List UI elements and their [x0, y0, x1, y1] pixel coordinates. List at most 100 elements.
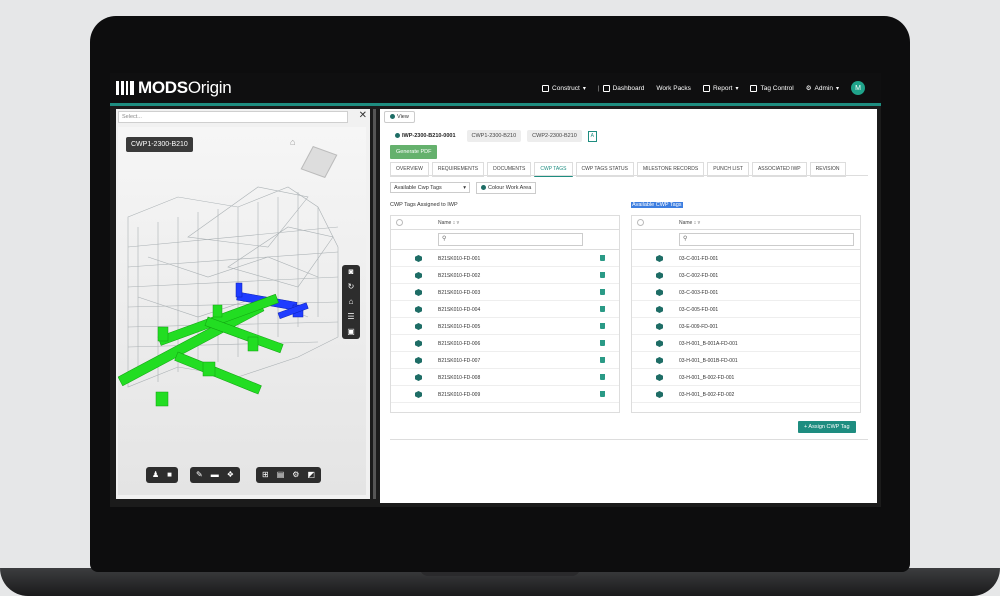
tag-name: 03-E-009-FD-001 — [679, 324, 718, 330]
nav-tag-control[interactable]: Tag Control — [750, 84, 794, 92]
camera-icon[interactable]: ◙ — [349, 268, 354, 276]
logo[interactable]: MODSOrigin — [116, 78, 232, 98]
nav-admin[interactable]: ⚙ Admin ▾ — [806, 84, 839, 93]
trash-icon[interactable] — [600, 323, 605, 329]
folder-icon[interactable]: ▬ — [211, 471, 219, 479]
table-row[interactable]: B21SK010-FD-005 — [391, 318, 619, 335]
download-icon[interactable]: ▤ — [277, 471, 285, 479]
person-icon[interactable]: ♟ — [152, 471, 159, 479]
tag-name: 03-C-002-FD-001 — [679, 273, 719, 279]
tag-filter-value: Available Cwp Tags — [394, 185, 442, 191]
table-row[interactable]: 03-H-001_B-002-FD-002 — [632, 386, 860, 403]
table-row[interactable]: B21SK010-FD-001 — [391, 250, 619, 267]
trash-icon[interactable] — [600, 340, 605, 346]
generate-pdf-button[interactable]: Generate PDF — [390, 145, 438, 159]
nav-construct[interactable]: Construct ▾ — [542, 84, 586, 92]
table-row[interactable]: B21SK010-FD-007 — [391, 352, 619, 369]
fullscreen-icon[interactable]: ◩ — [307, 471, 315, 479]
tag-icon — [656, 272, 663, 279]
select-input[interactable]: Select... — [118, 111, 348, 123]
tag-name: 03-H-001_B-002-FD-002 — [679, 392, 735, 398]
tag-name: B21SK010-FD-005 — [438, 324, 481, 330]
structure-icon[interactable]: ⊞ — [262, 471, 269, 479]
tag-icon — [415, 357, 422, 364]
breadcrumb-cwp2[interactable]: CWP2-2300-B210 — [527, 130, 582, 142]
trash-icon[interactable] — [600, 391, 605, 397]
assigned-title: CWP Tags Assigned to IWP — [390, 202, 458, 208]
table-row[interactable]: B21SK010-FD-006 — [391, 335, 619, 352]
table-row[interactable]: 03-C-005-FD-001 — [632, 301, 860, 318]
view-dot-icon — [390, 114, 395, 120]
trash-icon[interactable] — [600, 272, 605, 278]
nav-dashboard[interactable]: | Dashboard — [597, 84, 644, 92]
trash-icon[interactable] — [600, 306, 605, 312]
table-row[interactable]: 03-E-009-FD-001 — [632, 318, 860, 335]
table-row[interactable]: B21SK010-FD-004 — [391, 301, 619, 318]
colour-work-area-button[interactable]: Colour Work Area — [476, 182, 537, 194]
image-icon[interactable]: ▣ — [347, 328, 355, 336]
view-button[interactable]: View — [384, 111, 415, 123]
chevron-down-icon: ▾ — [835, 85, 839, 92]
available-title: Available CWP Tags — [631, 202, 683, 208]
breadcrumb-iwp[interactable]: IWP-2300-B210-0001 — [390, 130, 461, 142]
tag-filter-select[interactable]: Available Cwp Tags ▾ — [390, 182, 470, 193]
table-row[interactable]: 03-H-001_B-001B-FD-001 — [632, 352, 860, 369]
select-all-checkbox[interactable] — [637, 219, 644, 226]
gear-icon[interactable]: ⚙ — [292, 471, 299, 479]
nav-work-packs[interactable]: Work Packs — [656, 85, 691, 92]
assign-cwp-tag-button[interactable]: + Assign CWP Tag — [798, 421, 856, 433]
home-icon[interactable]: ⌂ — [290, 137, 295, 147]
trash-icon[interactable] — [600, 289, 605, 295]
tag-icon — [656, 357, 663, 364]
rotate-icon[interactable]: ↻ — [348, 283, 355, 291]
measure-icon[interactable]: ⌂ — [349, 298, 354, 306]
work-pack-panel: View IWP-2300-B210-0001 CWP1-2300-B210 C… — [380, 109, 877, 503]
tag-name: B21SK010-FD-007 — [438, 358, 481, 364]
divider-icon: | — [597, 84, 600, 92]
available-search-input[interactable]: ⚲ — [679, 233, 854, 246]
table-row[interactable]: B21SK010-FD-002 — [391, 267, 619, 284]
pencil-icon[interactable]: ✎ — [196, 471, 203, 479]
panel-splitter[interactable] — [373, 109, 376, 499]
pdf-icon[interactable]: A — [587, 130, 597, 142]
table-row[interactable]: B21SK010-FD-003 — [391, 284, 619, 301]
tag-icon — [395, 133, 400, 139]
select-all-checkbox[interactable] — [396, 219, 403, 226]
chevron-down-icon: ▾ — [582, 85, 586, 92]
tag-icon — [415, 323, 422, 330]
content-divider — [390, 439, 868, 440]
grid-header: Name ↕ ▿ — [391, 216, 619, 230]
grid-filter-row: ⚲ — [391, 230, 619, 250]
close-icon[interactable]: ✕ — [359, 110, 367, 121]
nav-construct-label: Construct — [552, 84, 580, 92]
list-icon[interactable]: ☰ — [347, 313, 354, 321]
tag-control-icon — [750, 84, 758, 92]
tag-icon — [656, 391, 663, 398]
table-row[interactable]: 03-H-001_B-002-FD-001 — [632, 369, 860, 386]
chevron-down-icon: ▾ — [463, 185, 466, 191]
table-row[interactable]: 03-C-002-FD-001 — [632, 267, 860, 284]
video-camera-icon[interactable]: ■ — [167, 471, 172, 479]
tag-icon — [415, 306, 422, 313]
trash-icon[interactable] — [600, 374, 605, 380]
tag-icon — [656, 340, 663, 347]
table-row[interactable]: 03-C-003-FD-001 — [632, 284, 860, 301]
assigned-search-input[interactable]: ⚲ — [438, 233, 583, 246]
tag-icon — [415, 272, 422, 279]
cubes-icon[interactable]: ❖ — [227, 471, 234, 479]
3d-viewer[interactable]: CWP1-2300-B210 ⌂ ◙ ↻ ⌂ ☰ ▣ ♟ ■ ✎ ▬ ❖ ⊞ ▤ — [118, 127, 366, 495]
table-row[interactable]: B21SK010-FD-009 — [391, 386, 619, 403]
logo-text: MODSOrigin — [138, 78, 232, 97]
trash-icon[interactable] — [600, 255, 605, 261]
name-column-header[interactable]: Name ↕ ▿ — [679, 220, 700, 226]
search-icon: ⚲ — [683, 236, 688, 242]
table-row[interactable]: 03-H-001_B-001A-FD-001 — [632, 335, 860, 352]
tag-icon — [656, 306, 663, 313]
nav-report[interactable]: Report ▾ — [702, 84, 738, 92]
table-row[interactable]: 03-C-001-FD-001 — [632, 250, 860, 267]
avatar[interactable]: M — [851, 81, 865, 95]
name-column-header[interactable]: Name ↕ ▿ — [438, 220, 459, 226]
table-row[interactable]: B21SK010-FD-008 — [391, 369, 619, 386]
breadcrumb-cwp1[interactable]: CWP1-2300-B210 — [466, 130, 522, 142]
trash-icon[interactable] — [600, 357, 605, 363]
